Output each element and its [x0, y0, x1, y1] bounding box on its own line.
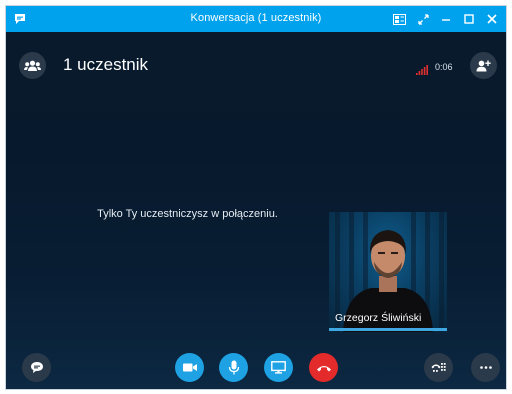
dialpad-button[interactable] — [424, 353, 453, 382]
compact-view-button[interactable] — [390, 10, 408, 28]
maximize-button[interactable] — [460, 10, 478, 28]
self-video-preview[interactable]: Grzegorz Śliwiński — [329, 212, 447, 332]
self-video-name: Grzegorz Śliwiński — [335, 312, 422, 324]
participants-icon — [24, 60, 41, 71]
dialpad-icon — [431, 362, 446, 372]
hang-up-icon — [316, 365, 331, 371]
video-camera-icon — [182, 363, 197, 372]
hang-up-button[interactable] — [309, 353, 338, 382]
call-window: Konwersacja (1 uczestnik) 1 uczestnik 0:… — [6, 6, 506, 389]
chat-button[interactable] — [22, 353, 51, 382]
close-button[interactable] — [483, 10, 501, 28]
self-video-underline — [329, 328, 447, 331]
call-timer: 0:06 — [435, 62, 453, 72]
signal-strength-icon — [416, 62, 428, 75]
microphone-icon — [228, 360, 239, 375]
chat-icon — [30, 362, 43, 373]
add-participant-icon — [476, 60, 491, 71]
title-bar: Konwersacja (1 uczestnik) — [6, 6, 506, 32]
add-participant-button[interactable] — [470, 52, 497, 79]
participants-button[interactable] — [19, 52, 46, 79]
maximize-icon — [464, 14, 474, 24]
more-options-icon — [479, 366, 492, 369]
close-icon — [487, 14, 497, 24]
full-screen-button[interactable] — [414, 10, 432, 28]
share-screen-button[interactable] — [264, 353, 293, 382]
status-message: Tylko Ty uczestniczysz w połączeniu. — [97, 208, 278, 220]
video-toggle-button[interactable] — [175, 353, 204, 382]
compact-view-icon — [392, 13, 406, 25]
more-options-button[interactable] — [471, 353, 500, 382]
minimize-icon — [442, 19, 450, 21]
minimize-button[interactable] — [437, 10, 455, 28]
share-screen-icon — [271, 361, 286, 374]
microphone-toggle-button[interactable] — [219, 353, 248, 382]
full-screen-icon — [417, 13, 429, 25]
participants-count: 1 uczestnik — [63, 55, 149, 74]
